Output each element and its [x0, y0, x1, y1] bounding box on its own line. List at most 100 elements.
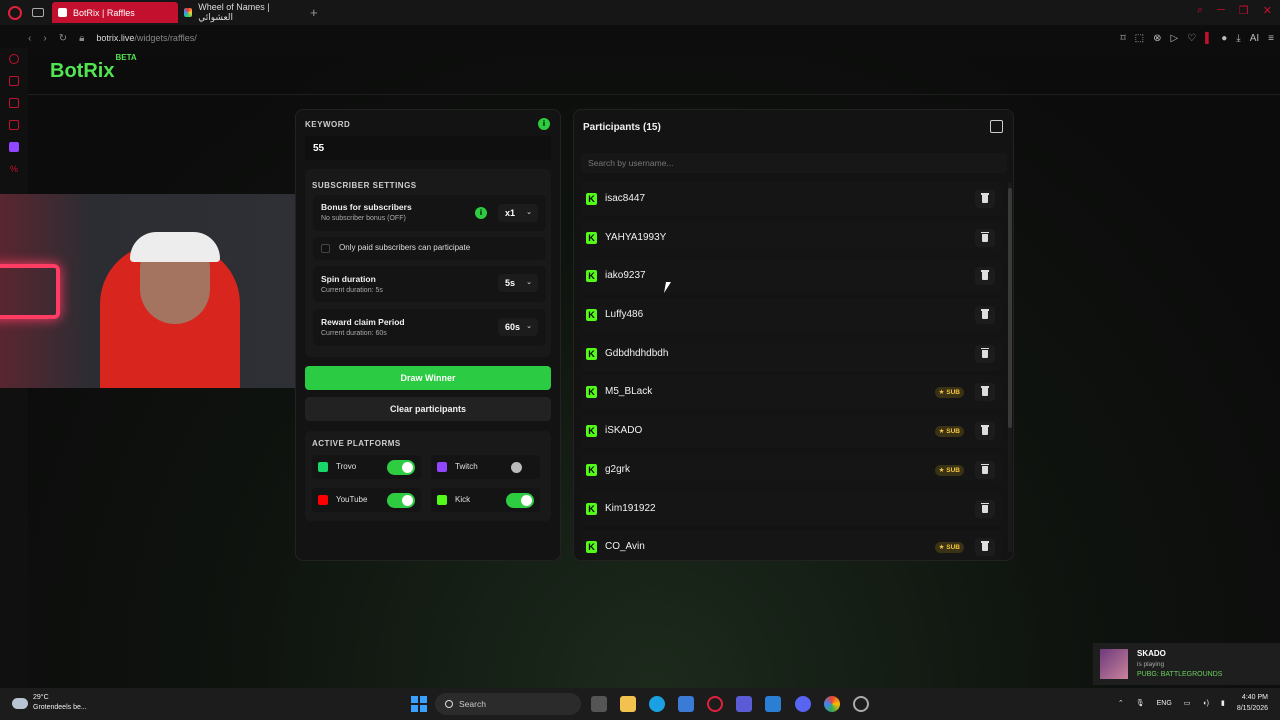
sidebar-messenger-icon[interactable]: [9, 98, 19, 108]
divider-icon: ▌: [1205, 32, 1213, 44]
battery-icon[interactable]: ▮: [1221, 699, 1225, 707]
sidebar-history-icon[interactable]: [9, 54, 19, 64]
tab-label: BotRix | Raffles: [73, 7, 135, 18]
sidebar-bag-icon[interactable]: [9, 76, 19, 86]
sidebar-percent-icon[interactable]: %: [9, 164, 19, 174]
tab-wheel-of-names[interactable]: Wheel of Names | العشوائي: [178, 2, 304, 23]
language-indicator[interactable]: ENG: [1157, 700, 1172, 707]
kick-icon: K: [586, 309, 597, 322]
delete-participant-button[interactable]: [975, 306, 995, 325]
header-divider: [28, 94, 1280, 95]
platform-name: Trovo: [336, 462, 357, 471]
microphone-icon[interactable]: 🎙︎: [1136, 699, 1145, 707]
avatar: [1100, 649, 1128, 679]
tray-chevron-icon[interactable]: ⌃: [1118, 699, 1124, 707]
copy-icon[interactable]: [990, 120, 1003, 133]
delete-participant-button[interactable]: [975, 422, 995, 441]
platform-twitch: Twitch: [431, 455, 540, 479]
keyword-input[interactable]: [305, 136, 551, 160]
spin-duration-select[interactable]: 5s ⌄: [498, 274, 538, 292]
participant-name: iSKADO: [605, 425, 643, 437]
close-button[interactable]: ✕: [1263, 4, 1272, 17]
bonus-setting: Bonus for subscribers No subscriber bonu…: [313, 195, 546, 231]
download-icon[interactable]: ⤓: [1236, 33, 1240, 44]
botrix-logo[interactable]: BotRixBETA: [50, 53, 137, 83]
trovo-toggle[interactable]: [387, 460, 415, 475]
play-icon[interactable]: ▷: [1170, 33, 1178, 44]
profile-icon[interactable]: ●: [1221, 33, 1227, 44]
delete-participant-button[interactable]: [975, 190, 995, 208]
delete-participant-button[interactable]: [975, 267, 995, 286]
weather-widget[interactable]: 29°C Grotendeels be...: [12, 693, 87, 713]
app-icon-2[interactable]: [765, 696, 781, 712]
new-tab-button[interactable]: +: [310, 5, 318, 20]
tab-botrix-raffles[interactable]: BotRix | Raffles: [52, 2, 178, 23]
participant-search-input[interactable]: [581, 153, 1007, 173]
clear-participants-button[interactable]: Clear participants: [305, 397, 551, 421]
webcam-overlay: [0, 194, 311, 388]
network-icon[interactable]: ▭: [1184, 699, 1191, 707]
app-icon-3[interactable]: [853, 696, 869, 712]
store-icon[interactable]: [678, 696, 694, 712]
url-host: botrix.live: [96, 33, 135, 43]
scrollbar-thumb[interactable]: [1008, 188, 1012, 428]
participant-scrollbar[interactable]: [1008, 182, 1012, 552]
keyword-info-icon[interactable]: i: [538, 118, 550, 130]
back-icon[interactable]: ‹: [28, 33, 31, 44]
paid-only-checkbox[interactable]: [321, 244, 330, 253]
minimize-button[interactable]: ─: [1217, 4, 1225, 17]
spin-duration-setting: Spin duration Current duration: 5s 5s ⌄: [313, 266, 546, 302]
bonus-select-value: x1: [505, 208, 516, 218]
aria-ai-button[interactable]: AI: [1250, 33, 1259, 44]
file-explorer-icon[interactable]: [620, 696, 636, 712]
lock-icon[interactable]: 🔒︎: [79, 33, 84, 44]
heart-icon[interactable]: ♡: [1187, 33, 1196, 44]
delete-participant-button[interactable]: [975, 228, 995, 247]
start-button[interactable]: [411, 696, 427, 712]
delete-participant-button[interactable]: [975, 499, 995, 518]
discord-icon[interactable]: [795, 696, 811, 712]
bonus-select[interactable]: x1 ⌄: [498, 204, 538, 222]
delete-participant-button[interactable]: [975, 344, 995, 363]
app-icon[interactable]: [736, 696, 752, 712]
url-field[interactable]: botrix.live/widgets/raffles/: [96, 33, 196, 43]
spin-duration-title: Spin duration: [321, 274, 376, 284]
youtube-toggle[interactable]: [387, 493, 415, 508]
weather-text: 29°C Grotendeels be...: [33, 693, 87, 713]
edge-icon[interactable]: [649, 696, 665, 712]
twitch-icon: [437, 462, 447, 472]
draw-winner-button[interactable]: Draw Winner: [305, 366, 551, 390]
kick-toggle[interactable]: [506, 493, 534, 508]
chrome-icon[interactable]: [824, 696, 840, 712]
tab-manager-icon[interactable]: [32, 8, 44, 17]
forward-icon[interactable]: ›: [43, 33, 46, 44]
maximize-button[interactable]: ❐: [1239, 4, 1249, 17]
task-view-icon[interactable]: [591, 696, 607, 712]
menu-icon[interactable]: ≡: [1268, 33, 1274, 44]
twitch-toggle[interactable]: [506, 460, 534, 475]
opera-gx-icon[interactable]: [707, 696, 723, 712]
volume-icon[interactable]: ◖): [1202, 700, 1209, 707]
game-activity-popup[interactable]: SKADO is playing PUBG: BATTLEGROUNDS: [1093, 643, 1280, 685]
platform-name: YouTube: [336, 495, 368, 504]
clock[interactable]: 4:40 PM 8/15/2026: [1237, 692, 1268, 714]
logo-text: BotRix: [50, 60, 115, 82]
adblock-icon[interactable]: ⊗: [1153, 33, 1161, 44]
opera-logo-icon[interactable]: [8, 5, 22, 20]
sidebar-twitch-icon[interactable]: [9, 142, 19, 152]
sidebar-gx-icon[interactable]: [9, 120, 19, 130]
participant-name: isac8447: [605, 193, 646, 204]
bookmark-icon[interactable]: ⌑: [1120, 33, 1125, 44]
search-tabs-icon[interactable]: ⌕: [1197, 4, 1203, 17]
delete-participant-button[interactable]: [975, 383, 995, 402]
reload-icon[interactable]: ↻: [59, 33, 67, 44]
participant-row: K Luffy486: [581, 298, 1001, 333]
reward-period-select[interactable]: 60s ⌄: [498, 318, 538, 336]
taskbar-search[interactable]: Search: [435, 693, 581, 715]
delete-participant-button[interactable]: [975, 460, 995, 479]
delete-participant-button[interactable]: [975, 538, 995, 557]
bonus-info-icon[interactable]: i: [475, 207, 487, 219]
snapshot-icon[interactable]: ⬚: [1135, 33, 1144, 44]
activity-status: is playing: [1137, 661, 1165, 668]
weather-temp: 29°C: [33, 694, 49, 701]
